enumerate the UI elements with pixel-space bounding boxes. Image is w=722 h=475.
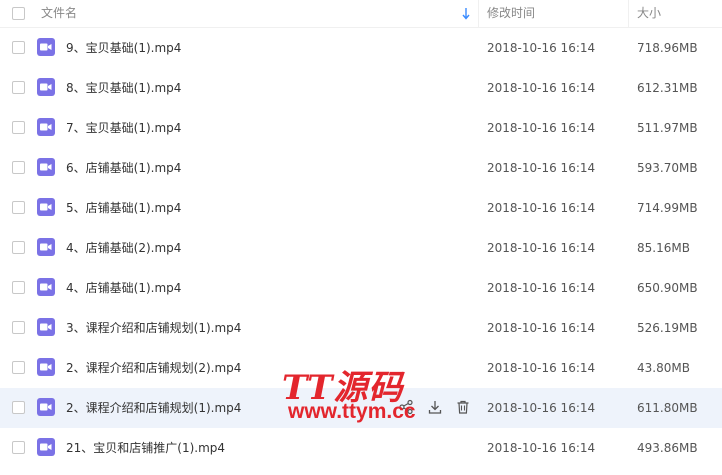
file-modified-date: 2018-10-16 16:14: [487, 361, 596, 375]
select-all-checkbox[interactable]: [12, 7, 25, 20]
video-file-icon: [37, 318, 55, 336]
row-checkbox[interactable]: [12, 81, 25, 94]
row-checkbox[interactable]: [12, 121, 25, 134]
file-row[interactable]: 3、课程介绍和店铺规划(1).mp4 2018-10-16 16:14 526.19…: [0, 308, 722, 348]
file-row[interactable]: 2、课程介绍和店铺规划(2).mp4 2018-10-16 16:14 43.80M…: [0, 348, 722, 388]
file-name[interactable]: 3、课程介绍和店铺规划(1).mp4: [66, 308, 241, 348]
file-size: 714.99MB: [637, 201, 698, 215]
row-checkbox[interactable]: [12, 281, 25, 294]
file-size: 611.80MB: [637, 401, 698, 415]
file-name[interactable]: 4、店铺基础(1).mp4: [66, 268, 181, 308]
file-size: 718.96MB: [637, 41, 698, 55]
file-row[interactable]: 5、店铺基础(1).mp4 2018-10-16 16:14 714.99MB: [0, 188, 722, 228]
file-name[interactable]: 5、店铺基础(1).mp4: [66, 188, 181, 228]
row-checkbox[interactable]: [12, 161, 25, 174]
row-checkbox[interactable]: [12, 361, 25, 374]
file-modified-date: 2018-10-16 16:14: [487, 81, 596, 95]
file-modified-date: 2018-10-16 16:14: [487, 281, 596, 295]
file-row[interactable]: 8、宝贝基础(1).mp4 2018-10-16 16:14 612.31MB: [0, 68, 722, 108]
video-file-icon: [37, 358, 55, 376]
column-header-date[interactable]: 修改时间: [487, 0, 535, 28]
file-size: 650.90MB: [637, 281, 698, 295]
file-modified-date: 2018-10-16 16:14: [487, 401, 596, 415]
file-modified-date: 2018-10-16 16:14: [487, 441, 596, 455]
column-header-size[interactable]: 大小: [637, 0, 661, 28]
file-modified-date: 2018-10-16 16:14: [487, 41, 596, 55]
video-file-icon: [37, 278, 55, 296]
file-row[interactable]: 6、店铺基础(1).mp4 2018-10-16 16:14 593.70MB: [0, 148, 722, 188]
row-checkbox[interactable]: [12, 41, 25, 54]
file-size: 85.16MB: [637, 241, 690, 255]
column-divider: [628, 0, 629, 28]
video-file-icon: [37, 158, 55, 176]
file-name[interactable]: 2、课程介绍和店铺规划(2).mp4: [66, 348, 241, 388]
column-divider: [478, 0, 479, 28]
video-file-icon: [37, 238, 55, 256]
row-checkbox[interactable]: [12, 441, 25, 454]
file-name[interactable]: 21、宝贝和店铺推广(1).mp4: [66, 428, 225, 468]
file-size: 511.97MB: [637, 121, 698, 135]
row-checkbox[interactable]: [12, 201, 25, 214]
file-row[interactable]: 7、宝贝基础(1).mp4 2018-10-16 16:14 511.97MB: [0, 108, 722, 148]
file-row[interactable]: 21、宝贝和店铺推广(1).mp4 2018-10-16 16:14 493.86M…: [0, 428, 722, 468]
file-name[interactable]: 4、店铺基础(2).mp4: [66, 228, 181, 268]
video-file-icon: [37, 438, 55, 456]
video-file-icon: [37, 198, 55, 216]
delete-icon[interactable]: [455, 399, 473, 417]
row-checkbox[interactable]: [12, 321, 25, 334]
download-icon[interactable]: [427, 399, 445, 417]
file-row[interactable]: 2、课程介绍和店铺规划(1).mp4 2018-10-16 16:14 611.80…: [0, 388, 722, 428]
share-icon[interactable]: [398, 399, 416, 417]
column-header-name[interactable]: 文件名: [41, 0, 77, 28]
file-list-header: 文件名 修改时间 大小: [0, 0, 722, 28]
file-row[interactable]: 4、店铺基础(1).mp4 2018-10-16 16:14 650.90MB: [0, 268, 722, 308]
file-name[interactable]: 8、宝贝基础(1).mp4: [66, 68, 181, 108]
file-name[interactable]: 9、宝贝基础(1).mp4: [66, 28, 181, 68]
video-file-icon: [37, 78, 55, 96]
file-modified-date: 2018-10-16 16:14: [487, 201, 596, 215]
file-size: 43.80MB: [637, 361, 690, 375]
file-modified-date: 2018-10-16 16:14: [487, 161, 596, 175]
row-checkbox[interactable]: [12, 241, 25, 254]
file-size: 526.19MB: [637, 321, 698, 335]
file-name[interactable]: 7、宝贝基础(1).mp4: [66, 108, 181, 148]
file-size: 612.31MB: [637, 81, 698, 95]
file-modified-date: 2018-10-16 16:14: [487, 121, 596, 135]
file-row[interactable]: 4、店铺基础(2).mp4 2018-10-16 16:14 85.16MB: [0, 228, 722, 268]
sort-down-arrow-icon[interactable]: [462, 7, 470, 23]
video-file-icon: [37, 398, 55, 416]
file-size: 593.70MB: [637, 161, 698, 175]
video-file-icon: [37, 118, 55, 136]
file-modified-date: 2018-10-16 16:14: [487, 321, 596, 335]
file-size: 493.86MB: [637, 441, 698, 455]
file-name[interactable]: 6、店铺基础(1).mp4: [66, 148, 181, 188]
video-file-icon: [37, 38, 55, 56]
row-checkbox[interactable]: [12, 401, 25, 414]
file-modified-date: 2018-10-16 16:14: [487, 241, 596, 255]
file-row[interactable]: 9、宝贝基础(1).mp4 2018-10-16 16:14 718.96MB: [0, 28, 722, 68]
file-name[interactable]: 2、课程介绍和店铺规划(1).mp4: [66, 388, 241, 428]
